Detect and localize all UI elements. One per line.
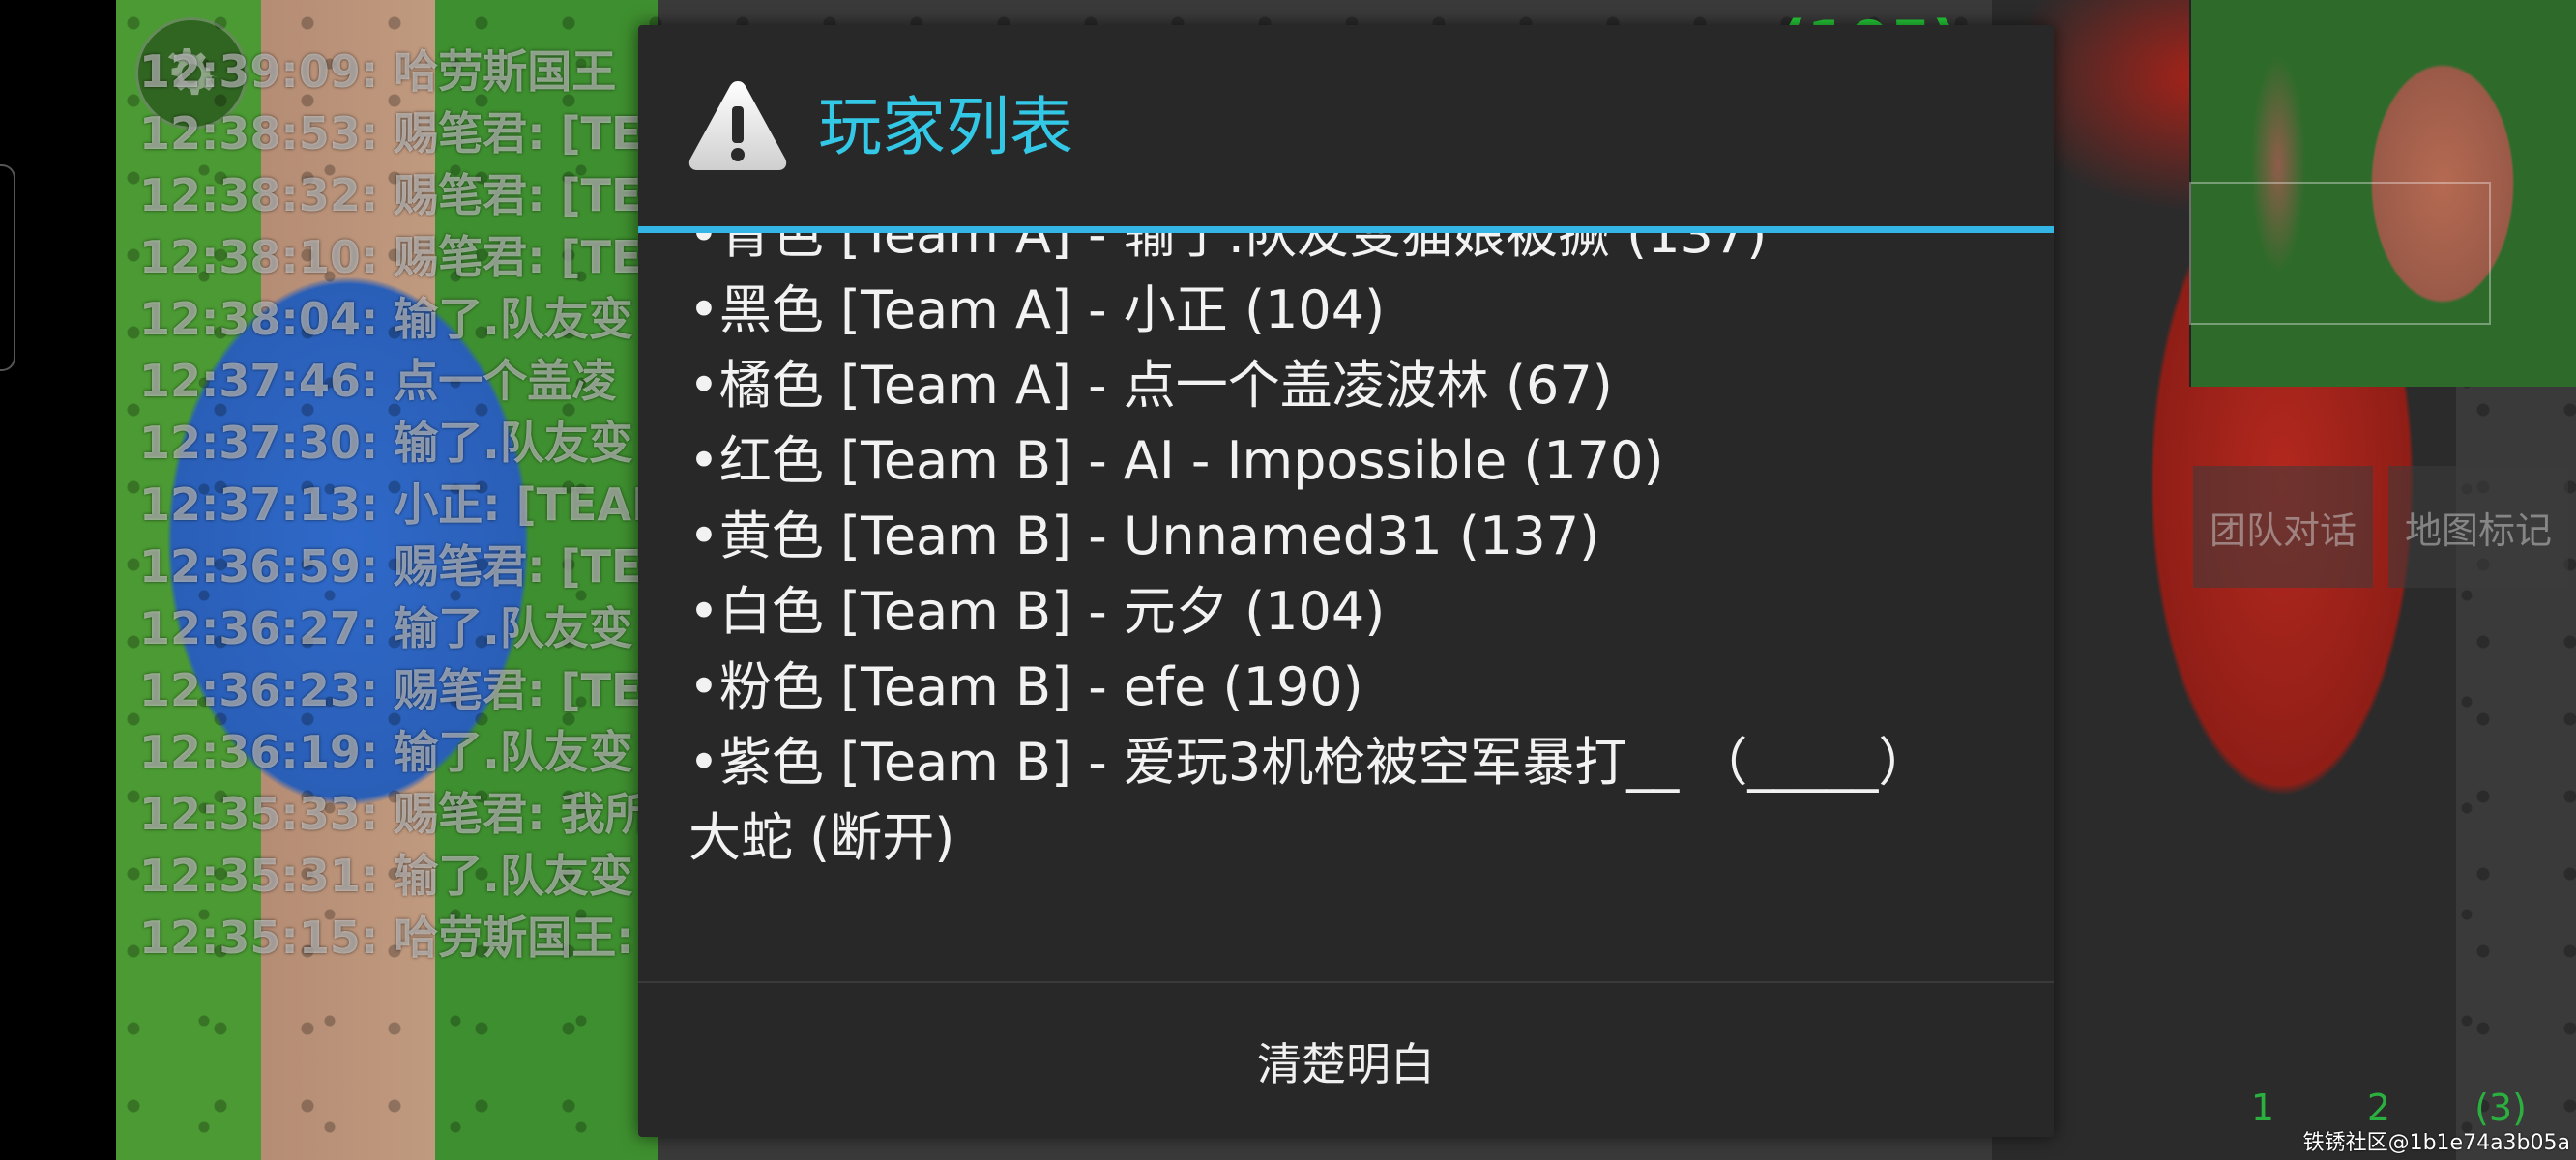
chat-line: 12:37:30: 输了.队友变 bbox=[139, 417, 633, 469]
chat-line: 12:36:27: 输了.队友变 bbox=[139, 602, 633, 654]
group-tab-1[interactable]: 1 bbox=[2234, 1087, 2292, 1129]
chat-line: 12:35:33: 赐笔君: 我所 bbox=[139, 788, 650, 840]
chat-line: 12:38:04: 输了.队友变 bbox=[139, 293, 633, 345]
list-item: •粉色 [Team B] - efe (190) bbox=[688, 656, 1363, 717]
minimap-viewport bbox=[2189, 182, 2491, 325]
chat-line: 12:37:13: 小正: [TEAI bbox=[139, 478, 649, 531]
chat-line: 12:35:31: 输了.队友变 bbox=[139, 850, 633, 902]
player-list[interactable]: •青色 [Team A] - 输了.队友变猫娘被撅 (137) •黑色 [Tea… bbox=[688, 233, 2033, 997]
chat-line: 12:36:23: 赐笔君: [TE bbox=[139, 664, 642, 716]
list-item: •紫色 [Team B] - 爱玩3机枪被空军暴打__ （_____） bbox=[688, 732, 1931, 793]
map-marker-button[interactable]: 地图标记 bbox=[2388, 466, 2568, 588]
chat-line: 12:38:32: 赐笔君: [TE bbox=[139, 169, 642, 221]
chat-log: 12:39:09: 哈劳斯国王 12:38:53: 赐笔君: [TE 12:38… bbox=[139, 41, 650, 969]
list-item: •红色 [Team B] - AI - Impossible (170) bbox=[688, 430, 1664, 491]
dialog-title: 玩家列表 bbox=[818, 90, 1073, 164]
list-item: •青色 [Team A] - 输了.队友变猫娘被撅 (137) bbox=[688, 233, 1768, 265]
edge-handle[interactable] bbox=[0, 164, 15, 371]
chat-line: 12:36:19: 输了.队友变 bbox=[139, 726, 633, 778]
dialog-header: 玩家列表 bbox=[638, 25, 2054, 226]
list-item: •白色 [Team B] - 元夕 (104) bbox=[688, 581, 1386, 642]
list-item: •黄色 [Team B] - Unnamed31 (137) bbox=[688, 506, 1600, 566]
chat-line: 12:36:59: 赐笔君: [TE bbox=[139, 540, 642, 593]
chat-line: 12:38:10: 赐笔君: [TE bbox=[139, 231, 642, 283]
group-tab-2[interactable]: 2 bbox=[2350, 1087, 2408, 1129]
list-item: 大蛇 (断开) bbox=[688, 807, 955, 868]
list-item: •橘色 [Team A] - 点一个盖凌波林 (67) bbox=[688, 355, 1613, 416]
chat-line: 12:37:46: 点一个盖凌 bbox=[139, 355, 617, 407]
title-divider bbox=[638, 226, 2054, 233]
dialog-button-bar: 清楚明白 bbox=[638, 981, 2054, 1137]
ok-button[interactable]: 清楚明白 bbox=[638, 983, 2054, 1137]
warning-icon bbox=[688, 81, 787, 170]
chat-line: 12:38:53: 赐笔君: [TE bbox=[139, 107, 642, 160]
player-list-dialog: 玩家列表 •青色 [Team A] - 输了.队友变猫娘被撅 (137) •黑色… bbox=[638, 25, 2054, 1137]
chat-line: 12:39:09: 哈劳斯国王 bbox=[139, 45, 617, 98]
chat-line: 12:35:15: 哈劳斯国王: bbox=[139, 912, 634, 964]
team-chat-button[interactable]: 团队对话 bbox=[2193, 466, 2373, 588]
group-tab-3[interactable]: (3) bbox=[2472, 1087, 2530, 1129]
watermark: 铁锈社区@1b1e74a3b05a bbox=[2302, 1131, 2570, 1155]
list-item: •黑色 [Team A] - 小正 (104) bbox=[688, 279, 1386, 340]
